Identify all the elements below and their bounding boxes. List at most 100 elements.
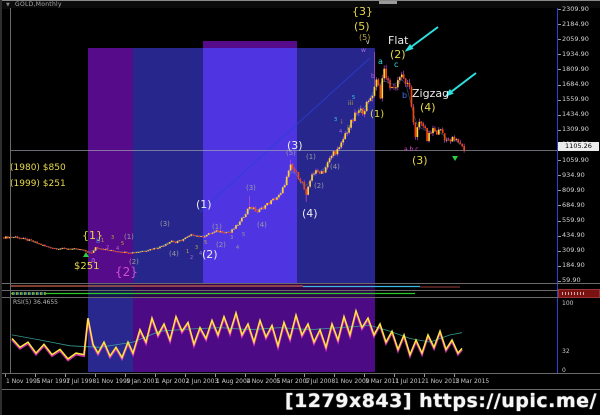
wave-annotation: b (402, 91, 408, 100)
price-tick-mark (558, 9, 561, 10)
price-tick-label: 184.90 (562, 261, 585, 270)
wave-annotation: (3) (412, 154, 428, 167)
wave-annotation: (1980) $850 (10, 163, 66, 173)
wave-annotation: (1999) $251 (10, 179, 66, 189)
price-tick-mark (558, 265, 561, 267)
price-tick-label: 2059.90 (562, 34, 589, 43)
wave-annotation: (1) (370, 109, 385, 120)
panel-separator-line[interactable] (2, 290, 600, 291)
wave-annotation: {3} (352, 5, 373, 18)
wave-annotation: (2) (129, 258, 139, 266)
indicator-scale-label: 0 (562, 367, 566, 374)
date-tick-mark (364, 374, 365, 377)
date-tick-mark (454, 374, 455, 377)
price-tick-label: 1684.90 (562, 80, 589, 89)
wave-annotation: (1) (196, 198, 212, 211)
wave-annotation: 3 (334, 117, 338, 123)
price-tick-label: 1934.90 (562, 49, 589, 58)
wave-annotation: 1 (186, 249, 190, 255)
trading-chart-window: ▼ GOLD,Monthly {3} (5) (5) Flat (2) v w a c b Zigz… (0, 0, 600, 415)
rsi-indicator-label: RSI(5) 36.4655 (13, 299, 58, 306)
wave-annotation: (2) (314, 182, 324, 190)
price-tick-label: 559.90 (562, 216, 585, 225)
date-tick-mark (304, 374, 305, 377)
moving-average-line (7, 79, 461, 253)
price-tick-label: 309.90 (562, 246, 585, 255)
wave-annotation: iii (348, 100, 354, 107)
wave-annotation: Zigzag (412, 87, 450, 100)
date-tick-mark (245, 374, 246, 377)
date-tick-mark (275, 374, 276, 377)
date-tick-mark (394, 374, 395, 377)
date-tick-mark (125, 374, 126, 377)
date-tick-mark (334, 374, 335, 377)
wave-annotation: $251 (74, 261, 100, 272)
wave-annotation: 2 (106, 245, 110, 251)
date-label: 1 Jan 2001 (126, 378, 159, 385)
date-tick-mark (35, 374, 36, 377)
date-tick-mark (65, 374, 66, 377)
price-tick-label: 434.90 (562, 231, 585, 240)
bull-candles (5, 68, 458, 254)
wave-annotation: 4 (116, 246, 120, 252)
wave-annotation: (2) (390, 48, 406, 61)
date-label: 1 Mar 2015 (455, 378, 490, 385)
price-scale-border (557, 8, 558, 389)
price-tick-label: 1809.90 (562, 64, 589, 73)
wave-annotation: (4) (169, 250, 179, 258)
price-tick-label: 2309.90 (562, 4, 589, 13)
wave-annotation: (1) (306, 153, 316, 161)
wave-annotation: (4) (257, 221, 267, 229)
wave-annotation: (3) (287, 139, 303, 152)
price-tick-label: 1059.90 (562, 155, 589, 164)
wave-annotation: (4) (420, 101, 436, 114)
indicator-strip-label (12, 292, 46, 295)
wave-annotation: c (394, 60, 399, 69)
wave-annotation: 3 (195, 245, 199, 251)
indicator-value-box (558, 289, 600, 298)
wave-annotation: iv (358, 108, 364, 115)
price-tick-label: 1434.90 (562, 110, 589, 119)
price-tick-mark (558, 250, 561, 252)
wave-annotation: (4) (302, 207, 318, 220)
wave-annotation: w (361, 47, 366, 54)
wave-annotation: 4 (339, 129, 343, 135)
price-tick-label: 2184.90 (562, 19, 589, 28)
price-tick-label: 934.90 (562, 170, 585, 179)
price-tick-mark (558, 190, 561, 192)
candle-wicks (3, 52, 465, 254)
panel-separator-line[interactable] (2, 283, 600, 284)
date-tick-mark (5, 374, 6, 377)
date-label: 1 Jul 2008 (305, 378, 336, 385)
wave-annotation: (2) (202, 248, 218, 261)
price-tick-mark (558, 99, 561, 101)
price-tick-mark (558, 84, 561, 86)
price-tick-mark (558, 175, 561, 177)
current-price-box: 1105.26 (558, 142, 599, 151)
wave-annotation: i (341, 119, 343, 126)
wave-annotation: (1) (212, 223, 222, 231)
wave-annotation: ii (347, 125, 351, 132)
bear-candles (3, 68, 465, 254)
price-tick-mark (558, 39, 561, 41)
price-tick-mark (558, 69, 561, 71)
price-tick-label: 684.90 (562, 200, 585, 209)
wave-annotation: b (96, 237, 101, 245)
date-axis[interactable]: 1 Nov 1995 1 Mar 1997 1 Jul 1998 1 Nov 1999… (2, 374, 600, 389)
wave-annotation: (1) (124, 233, 134, 241)
wave-annotation: 4 (236, 245, 240, 251)
wave-annotation: 5 (242, 232, 246, 238)
price-tick-mark (558, 280, 561, 282)
wave-annotation: 4 (199, 251, 203, 257)
panel-separator-line[interactable] (2, 297, 600, 298)
date-tick-mark (215, 374, 216, 377)
date-tick-mark (155, 374, 156, 377)
date-label: 1 Jun 2003 (186, 378, 219, 385)
wave-annotation: 3 (230, 235, 234, 241)
price-tick-mark (558, 24, 561, 26)
date-label: 1 Jul 2012 (395, 378, 426, 385)
price-scale[interactable]: 2309.90 2184.90 2059.90 1934.90 1809.90 1684.… (558, 4, 600, 389)
price-tick-label: 1559.90 (562, 95, 589, 104)
candlestick-canvas[interactable] (0, 0, 600, 415)
wave-annotation: 3 (111, 235, 115, 241)
